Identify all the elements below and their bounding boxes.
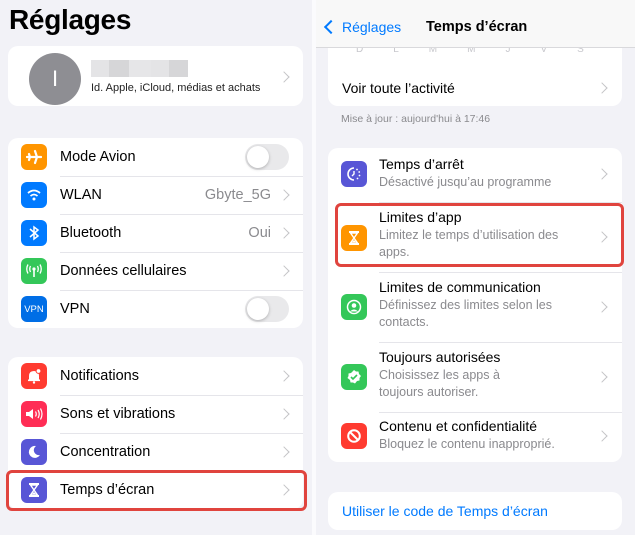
connectivity-group: Mode Avion WLAN Gbyte_5G Bluetooth Oui D… [8,138,303,328]
speaker-icon [21,401,47,427]
apple-id-row[interactable]: I Id. Apple, iCloud, médias et achats [8,46,303,106]
back-button[interactable]: Réglages [322,19,401,35]
passcode-group: Utiliser le code de Temps d’écran [328,492,622,530]
row-wlan[interactable]: WLAN Gbyte_5G [8,176,303,214]
row-label: VPN [60,301,90,317]
bluetooth-value: Oui [248,225,271,241]
see-all-activity[interactable]: Voir toute l’activité [328,70,622,106]
limits-group: Temps d’arrêt Désactivé jusqu’au program… [328,148,622,462]
navigation-bar: Réglages Temps d’écran [316,0,635,48]
nav-title: Temps d’écran [426,19,528,35]
checkmark-seal-icon [341,364,367,390]
row-bluetooth[interactable]: Bluetooth Oui [8,214,303,252]
row-label: WLAN [60,187,102,203]
chevron-right-icon [596,301,608,313]
app-limits-highlight [335,203,624,267]
downtime-icon [341,161,367,187]
bell-icon [21,363,47,389]
restricted-icon [341,423,367,449]
cellular-icon [21,258,47,284]
screen-time-highlight [6,470,307,511]
chevron-right-icon [278,189,290,201]
chevron-right-icon [596,168,608,180]
airplane-icon [21,144,47,170]
chevron-right-icon [596,371,608,383]
row-label: Données cellulaires [60,263,187,279]
row-sounds[interactable]: Sons et vibrations [8,395,303,433]
bluetooth-icon [21,220,47,246]
chevron-right-icon [278,227,290,239]
last-updated: Mise à jour : aujourd'hui à 17:46 [341,113,491,125]
airplane-mode-toggle[interactable] [245,144,289,170]
wifi-icon [21,182,47,208]
chevron-right-icon [278,71,290,83]
row-content-privacy[interactable]: Contenu et confidentialité Bloquez le co… [328,412,622,462]
row-label: Mode Avion [60,149,136,165]
vpn-toggle[interactable] [245,296,289,322]
row-cellular[interactable]: Données cellulaires [8,252,303,290]
row-always-allowed[interactable]: Toujours autorisées Choisissez les apps … [328,342,622,412]
vpn-icon: VPN [21,296,47,322]
avatar: I [29,53,81,105]
page-title: Réglages [9,4,132,35]
row-label: Concentration [60,444,151,460]
row-vpn: VPN VPN [8,290,303,328]
settings-panel: Réglages I Id. Apple, iCloud, médias et … [0,0,312,535]
wlan-value: Gbyte_5G [204,187,271,203]
row-label: Notifications [60,368,139,384]
row-focus[interactable]: Concentration [8,433,303,471]
screen-time-panel: Réglages Temps d’écran D L M M J V S Voi… [316,0,635,535]
moon-icon [21,439,47,465]
row-communication-limits[interactable]: Limites de communication Définissez des … [328,272,622,342]
back-label: Réglages [342,19,402,35]
person-circle-icon [341,294,367,320]
chevron-left-icon [323,19,339,35]
redacted-account-name [91,60,188,77]
chevron-right-icon [278,446,290,458]
row-label: Bluetooth [60,225,122,241]
row-label: Sons et vibrations [60,406,176,422]
row-notifications[interactable]: Notifications [8,357,303,395]
row-airplane-mode: Mode Avion [8,138,303,176]
chevron-right-icon [278,370,290,382]
row-downtime[interactable]: Temps d’arrêt Désactivé jusqu’au program… [328,148,622,200]
use-screen-time-passcode-link[interactable]: Utiliser le code de Temps d’écran [342,503,548,519]
account-subtitle: Id. Apple, iCloud, médias et achats [91,82,261,94]
chevron-right-icon [278,408,290,420]
chevron-right-icon [596,82,608,94]
chevron-right-icon [278,265,290,277]
